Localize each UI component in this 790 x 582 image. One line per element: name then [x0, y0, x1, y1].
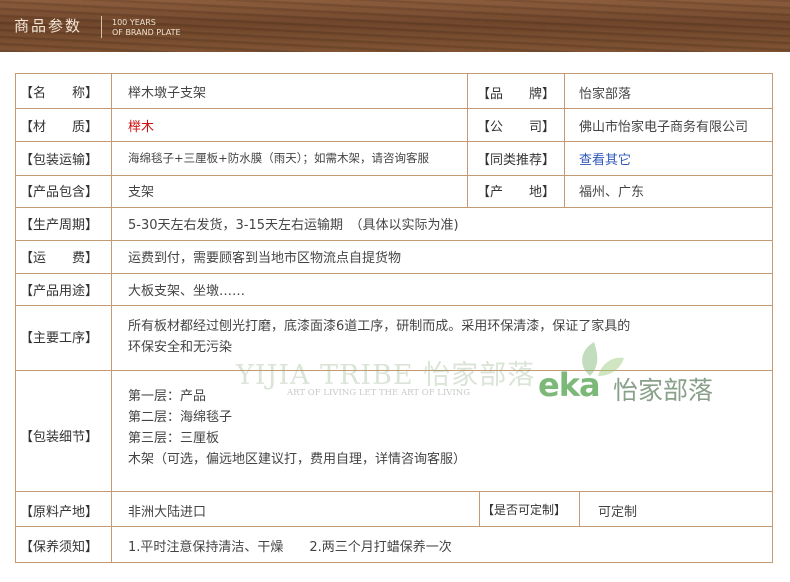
row-divider: [16, 526, 772, 527]
value-care: 1.平时注意保持清洁、干燥 2.两三个月打蜡保养一次: [128, 540, 452, 555]
label-usage: 【产品用途】: [20, 284, 99, 299]
value-cycle: 5-30天左右发货，3-15天左右运输期 （具体以实际为准): [128, 218, 459, 233]
label-company: 【公 司】: [477, 120, 556, 135]
value-source: 非洲大陆进口: [128, 505, 207, 520]
row-divider: [16, 108, 772, 109]
value-material: 榉木: [128, 120, 155, 135]
column-divider: [111, 74, 112, 562]
label-brand: 【品 牌】: [477, 87, 556, 102]
similar-products-link[interactable]: 查看其它: [579, 149, 631, 168]
column-divider: [579, 491, 580, 526]
row-divider: [16, 175, 772, 176]
slogan-line-1: 100 YEARS: [112, 18, 156, 27]
title-divider: [101, 16, 102, 38]
row-divider: [16, 273, 772, 274]
logo-eka: eka: [538, 366, 601, 404]
label-packing: 【包装细节】: [20, 430, 99, 445]
process-line: 所有板材都经过刨光打磨，底漆面漆6道工序，研制而成。采用环保清漆，保证了家具的: [128, 319, 631, 334]
packing-line: 木架（可选，偏远地区建议打，费用自理，详情咨询客服）: [128, 452, 467, 467]
label-similar: 【同类推荐】: [477, 153, 556, 168]
value-packing: 第一层：产品 第二层：海绵毯子 第三层：三厘板 木架（可选，偏远地区建议打，费用…: [128, 386, 466, 470]
label-material: 【材 质】: [20, 120, 99, 135]
value-name: 榉木墩子支架: [128, 86, 207, 101]
row-divider: [16, 141, 772, 142]
logo-cn: 怡家部落: [613, 376, 714, 405]
label-origin: 【产 地】: [477, 185, 556, 200]
value-company: 佛山市怡家电子商务有限公司: [579, 120, 749, 135]
column-divider: [564, 74, 565, 207]
value-origin: 福州、广东: [579, 185, 645, 200]
value-custom: 可定制: [598, 505, 638, 520]
brand-logo: eka 怡家部落: [538, 338, 738, 408]
slogan-line-2: OF BRAND PLATE: [112, 28, 181, 37]
brand-slogan: 100 YEARS OF BRAND PLATE: [112, 18, 181, 38]
packing-line: 第二层：海绵毯子: [128, 410, 233, 425]
row-divider: [16, 491, 772, 492]
packing-line: 第三层：三厘板: [128, 431, 220, 446]
label-process: 【主要工序】: [20, 331, 99, 346]
packing-line: 第一层：产品: [128, 389, 207, 404]
value-brand: 怡家部落: [579, 87, 632, 102]
label-includes: 【产品包含】: [20, 185, 99, 200]
label-source: 【原料产地】: [20, 505, 99, 520]
label-freight: 【运 费】: [20, 251, 99, 266]
value-pack-ship: 海绵毯子+三厘板+防水膜（雨天）；如需木架，请咨询客服: [128, 151, 430, 165]
label-name: 【名 称】: [20, 86, 99, 101]
section-title: 商品参数: [14, 17, 83, 35]
value-includes: 支架: [128, 185, 155, 200]
row-divider: [16, 305, 772, 306]
value-usage: 大板支架、坐墩……: [128, 284, 246, 299]
row-divider: [16, 240, 772, 241]
label-custom: 【是否可定制】: [482, 503, 567, 517]
column-divider: [479, 491, 480, 526]
label-pack-ship: 【包装运输】: [20, 153, 99, 168]
header-banner: 商品参数 100 YEARS OF BRAND PLATE: [0, 0, 790, 52]
label-cycle: 【生产周期】: [20, 218, 99, 233]
column-divider: [467, 175, 468, 207]
row-divider: [16, 207, 772, 208]
label-care: 【保养须知】: [20, 540, 99, 555]
value-freight: 运费到付，需要顾客到当地市区物流点自提货物: [128, 251, 402, 266]
